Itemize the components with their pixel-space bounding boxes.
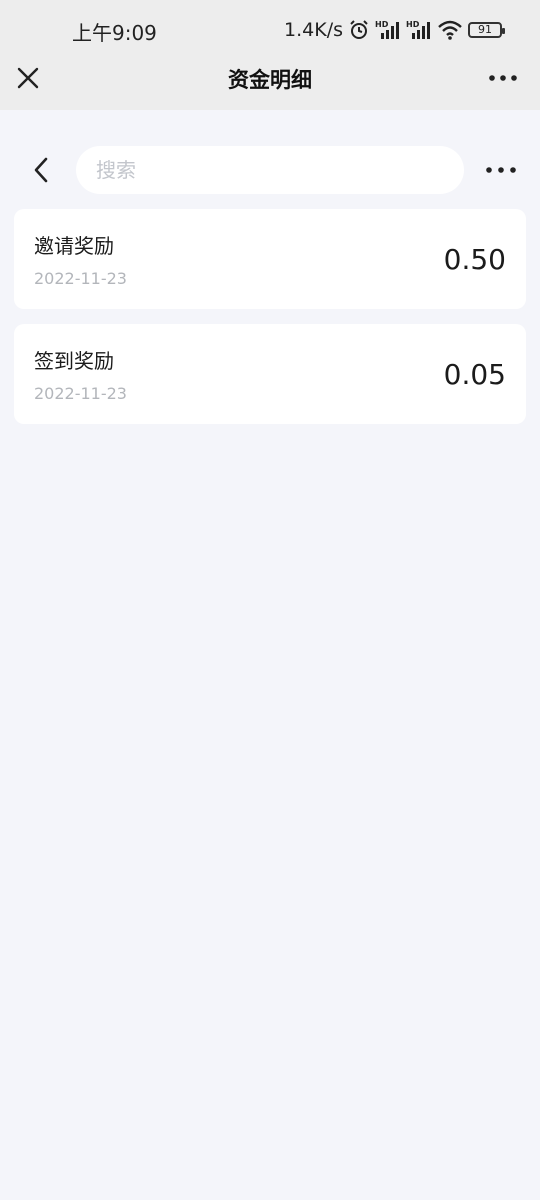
search-row [0, 146, 540, 194]
svg-text:HD: HD [406, 20, 420, 29]
search-input[interactable] [96, 146, 436, 194]
list-item[interactable]: 邀请奖励 2022-11-23 0.50 [14, 209, 526, 309]
record-amount: 0.50 [443, 243, 506, 276]
alarm-icon [348, 19, 370, 41]
wifi-icon [437, 19, 463, 41]
hd-signal-icon: HD [375, 19, 401, 41]
status-icons: 1.4K/s HD HD 91 [284, 17, 505, 43]
status-bar: 上午9:09 1.4K/s HD HD 91 [0, 0, 540, 58]
record-title: 邀请奖励 [34, 234, 114, 258]
chevron-left-icon[interactable] [28, 156, 56, 184]
record-title: 签到奖励 [34, 349, 114, 373]
status-time: 上午9:09 [72, 21, 157, 45]
battery-level: 91 [478, 23, 492, 36]
record-list: 邀请奖励 2022-11-23 0.50 签到奖励 2022-11-23 0.0… [14, 209, 526, 439]
record-date: 2022-11-23 [34, 384, 127, 403]
more-icon[interactable] [488, 68, 518, 88]
list-item[interactable]: 签到奖励 2022-11-23 0.05 [14, 324, 526, 424]
network-speed: 1.4K/s [284, 19, 343, 41]
more-icon[interactable] [484, 160, 518, 180]
hd-signal-icon: HD [406, 19, 432, 41]
title-bar: 资金明细 [0, 58, 540, 110]
search-box[interactable] [76, 146, 464, 194]
svg-text:HD: HD [375, 20, 389, 29]
record-amount: 0.05 [443, 358, 506, 391]
main-content: 邀请奖励 2022-11-23 0.50 签到奖励 2022-11-23 0.0… [0, 110, 540, 1200]
page-title: 资金明细 [228, 68, 312, 92]
record-date: 2022-11-23 [34, 269, 127, 288]
battery-icon: 91 [468, 22, 505, 38]
